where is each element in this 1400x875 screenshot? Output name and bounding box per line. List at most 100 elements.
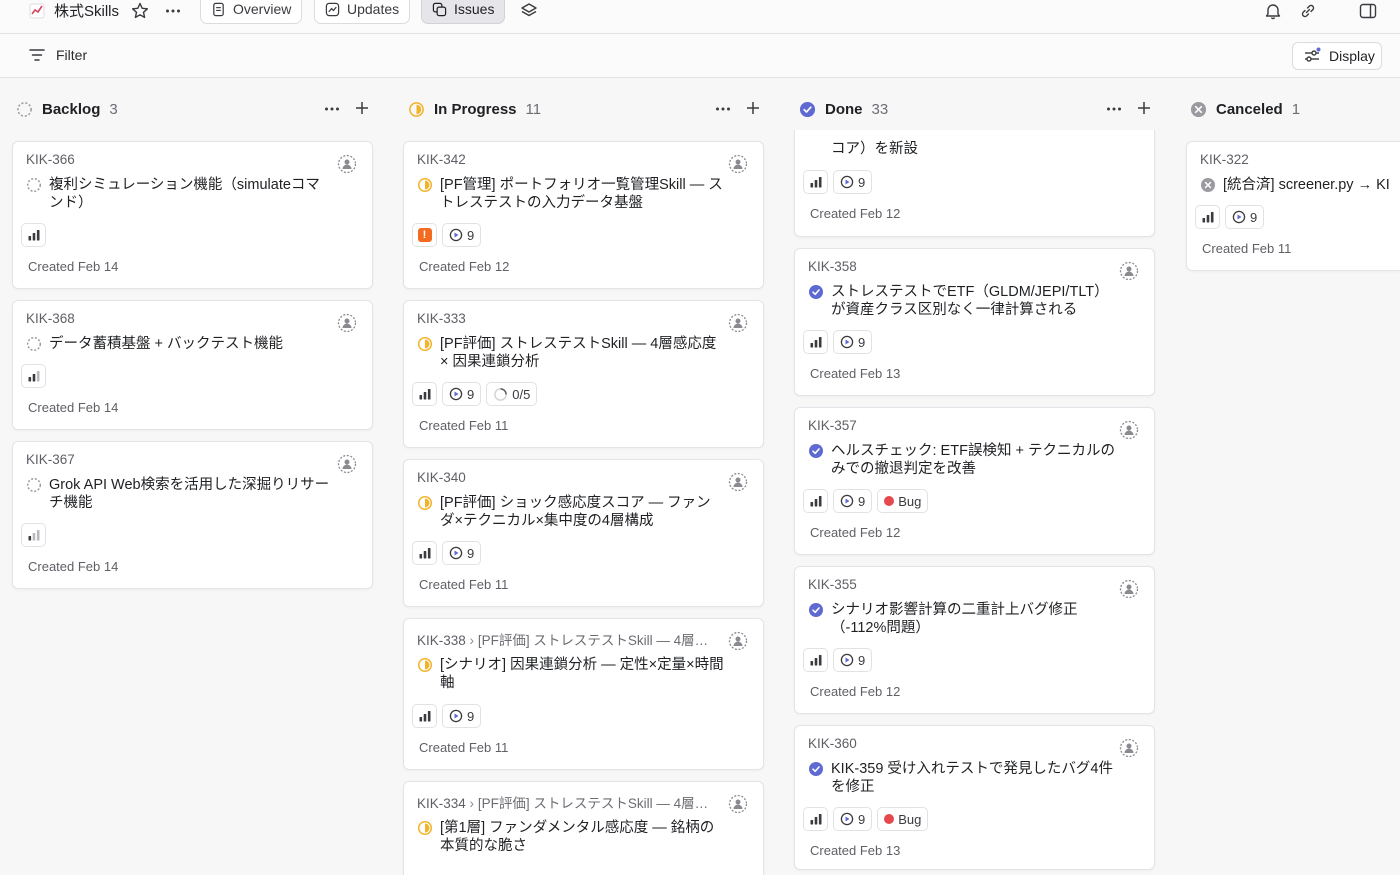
cycle-badge[interactable]: 9 [1225, 205, 1265, 229]
issue-card[interactable]: KIK-358 ストレステストでETF（GLDM/JEPI/TLT）が資産クラス… [794, 248, 1155, 396]
priority-bars-icon[interactable] [803, 330, 828, 354]
priority-bars-icon[interactable] [412, 704, 437, 728]
assignee-avatar-icon[interactable] [337, 454, 357, 474]
more-options-icon[interactable] [164, 2, 182, 20]
canceled-status-icon[interactable] [1200, 177, 1216, 193]
cycle-badge[interactable]: 9 [442, 223, 482, 247]
cycle-icon [449, 387, 463, 401]
done-status-icon[interactable] [808, 761, 824, 777]
issue-card[interactable]: KIK-338 › [PF評価] ストレステストSkill — 4層… [シナリ… [403, 618, 764, 770]
created-date: Created Feb 13 [810, 366, 901, 381]
assignee-avatar-icon[interactable] [728, 154, 748, 174]
issue-card[interactable]: KIK-342 [PF管理] ポートフォリオ一覧管理Skill — ストレステス… [403, 141, 764, 289]
in-progress-status-icon[interactable] [417, 820, 433, 836]
notification-bell-icon[interactable] [1263, 1, 1283, 21]
display-button[interactable]: Display [1292, 42, 1382, 70]
priority-bars-icon[interactable] [412, 541, 437, 565]
filter-button[interactable]: Filter [28, 46, 87, 64]
done-status-icon[interactable] [808, 602, 824, 618]
priority-bars-icon[interactable] [803, 648, 828, 672]
cycle-badge[interactable]: 9 [833, 330, 873, 354]
column-add-icon[interactable] [354, 100, 370, 116]
column-more-icon[interactable] [1105, 100, 1123, 118]
issue-properties: 9 0/5 [412, 382, 538, 406]
star-icon[interactable] [130, 1, 150, 21]
cycle-badge[interactable]: 9 [833, 807, 873, 831]
subissues-progress-badge[interactable]: 0/5 [486, 382, 538, 406]
issue-card[interactable]: KIK-355 シナリオ影響計算の二重計上バグ修正（-112%問題） 9 Cre… [794, 566, 1155, 714]
tab-updates[interactable]: Updates [314, 0, 411, 24]
link-icon[interactable] [1298, 1, 1318, 21]
layers-icon[interactable] [519, 1, 539, 21]
issue-card[interactable]: KIK-334 › [PF評価] ストレステストSkill — 4層… [第1層… [403, 781, 764, 875]
issue-card[interactable]: KIK-322 [統合済] screener.py → KI 9 Created… [1186, 141, 1400, 271]
priority-bars-icon[interactable] [803, 489, 828, 513]
cycle-badge[interactable]: 9 [442, 382, 482, 406]
top-bar: 株式Skills Overview Updates Issues [0, 0, 1400, 34]
column-header-canceled: Canceled 1 [1190, 96, 1300, 122]
issue-card[interactable]: KIK-366 複利シミュレーション機能（simulateコマンド） Creat… [12, 141, 373, 289]
priority-bars-icon[interactable] [21, 364, 46, 388]
parent-issue-title[interactable]: [PF評価] ストレステストSkill — 4層… [478, 796, 708, 811]
priority-bars-icon[interactable] [21, 523, 46, 547]
urgent-priority-icon[interactable]: ! [412, 223, 437, 247]
sidebar-toggle-icon[interactable] [1358, 1, 1378, 21]
backlog-status-icon[interactable] [26, 177, 42, 193]
bug-label[interactable]: Bug [877, 489, 929, 513]
cycle-badge[interactable]: 9 [833, 489, 873, 513]
column-more-icon[interactable] [714, 100, 732, 118]
issue-title: [シナリオ] 因果連鎖分析 — 定性×定量×時間軸 [440, 657, 724, 691]
cycle-icon [840, 175, 854, 189]
column-add-icon[interactable] [1136, 100, 1152, 116]
cycle-number: 9 [467, 545, 475, 561]
tab-overview[interactable]: Overview [200, 0, 303, 24]
assignee-avatar-icon[interactable] [728, 472, 748, 492]
assignee-avatar-icon[interactable] [1119, 420, 1139, 440]
in-progress-status-icon[interactable] [417, 177, 433, 193]
project-name[interactable]: 株式Skills [54, 2, 119, 22]
cycle-icon [840, 494, 854, 508]
issue-card[interactable]: KIK-360 KIK-359 受け入れテストで発見したバグ4件を修正 9 Bu… [794, 725, 1155, 870]
issue-card[interactable]: KIK-367 Grok API Web検索を活用した深掘りリサーチ機能 Cre… [12, 441, 373, 589]
assignee-avatar-icon[interactable] [728, 631, 748, 651]
assignee-avatar-icon[interactable] [728, 313, 748, 333]
priority-bars-icon[interactable] [803, 170, 828, 194]
assignee-avatar-icon[interactable] [1119, 738, 1139, 758]
priority-bars-icon[interactable] [21, 223, 46, 247]
assignee-avatar-icon[interactable] [1119, 261, 1139, 281]
cycle-badge[interactable]: 9 [442, 541, 482, 565]
assignee-avatar-icon[interactable] [728, 794, 748, 814]
issue-card[interactable]: KIK-333 [PF評価] ストレステストSkill — 4層感応度 × 因果… [403, 300, 764, 448]
assignee-avatar-icon[interactable] [337, 154, 357, 174]
parent-issue-title[interactable]: [PF評価] ストレステストSkill — 4層… [478, 633, 708, 648]
issue-card[interactable]: KIK-357 ヘルスチェック: ETF誤検知 + テクニカルのみでの撤退判定を… [794, 407, 1155, 555]
column-more-icon[interactable] [323, 100, 341, 118]
cycle-badge[interactable]: 9 [442, 704, 482, 728]
priority-bars-icon[interactable] [803, 807, 828, 831]
cycle-icon [840, 335, 854, 349]
bug-label[interactable]: Bug [877, 807, 929, 831]
priority-bars-icon[interactable] [1195, 205, 1220, 229]
tab-issues[interactable]: Issues [421, 0, 506, 24]
column-add-icon[interactable] [745, 100, 761, 116]
issue-card[interactable]: KIK-340 [PF評価] ショック感応度スコア — ファンダ×テクニカル×集… [403, 459, 764, 607]
cycle-badge[interactable]: 9 [833, 170, 873, 194]
backlog-status-icon[interactable] [26, 336, 42, 352]
issue-card[interactable]: コア）を新設 9 Created Feb 12 [794, 130, 1155, 237]
issue-properties: 9 [412, 541, 482, 565]
canceled-status-icon [1190, 101, 1207, 117]
in-progress-status-icon[interactable] [417, 336, 433, 352]
done-status-icon[interactable] [808, 443, 824, 459]
cycle-badge[interactable]: 9 [833, 648, 873, 672]
in-progress-status-icon[interactable] [417, 657, 433, 673]
backlog-status-icon[interactable] [26, 477, 42, 493]
issue-id: KIK-358 [808, 259, 857, 274]
in-progress-status-icon[interactable] [417, 495, 433, 511]
assignee-avatar-icon[interactable] [337, 313, 357, 333]
subissues-count: 0/5 [512, 386, 531, 402]
priority-bars-icon[interactable] [412, 382, 437, 406]
issue-card[interactable]: KIK-368 データ蓄積基盤 + バックテスト機能 Created Feb 1… [12, 300, 373, 430]
cycle-number: 9 [858, 493, 866, 509]
assignee-avatar-icon[interactable] [1119, 579, 1139, 599]
done-status-icon[interactable] [808, 284, 824, 300]
